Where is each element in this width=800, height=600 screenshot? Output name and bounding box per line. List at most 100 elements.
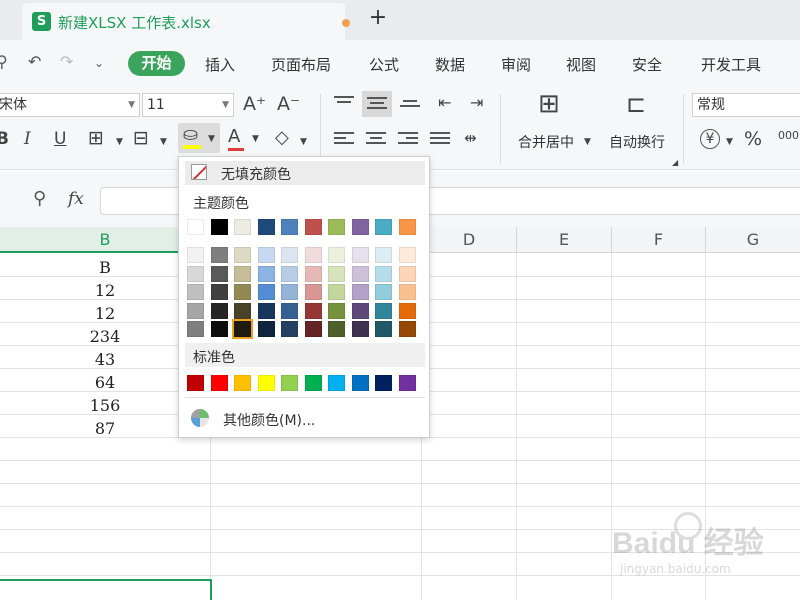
font-color-button[interactable]: A ▼ xyxy=(228,126,262,154)
theme-shade-swatch[interactable] xyxy=(328,247,345,263)
theme-shade-swatch[interactable] xyxy=(328,302,345,319)
theme-color-swatch[interactable] xyxy=(234,219,251,235)
standard-color-swatch[interactable] xyxy=(304,375,322,391)
standard-color-swatch[interactable] xyxy=(375,375,392,391)
bold-button[interactable]: B xyxy=(0,129,9,149)
redo-icon[interactable]: ↷ xyxy=(60,52,73,71)
fx-icon[interactable]: fx xyxy=(68,189,84,209)
theme-shade-swatch[interactable] xyxy=(257,284,275,300)
file-tab[interactable]: S 新建XLSX 工作表.xlsx xyxy=(22,3,350,40)
menu-home[interactable]: 开始 xyxy=(128,51,185,76)
theme-shade-swatch[interactable] xyxy=(375,302,392,319)
theme-shade-swatch[interactable] xyxy=(210,302,228,319)
chevron-down-icon[interactable]: ▼ xyxy=(584,137,591,147)
theme-shade-swatch[interactable] xyxy=(234,284,251,300)
theme-shade-swatch[interactable] xyxy=(398,247,416,263)
theme-shade-swatch[interactable] xyxy=(398,284,416,300)
theme-shade-swatch[interactable] xyxy=(375,265,392,282)
theme-shade-swatch[interactable] xyxy=(187,302,204,319)
theme-shade-swatch[interactable] xyxy=(328,284,345,300)
wrap-text-icon[interactable]: ⊏ xyxy=(626,92,646,116)
theme-shade-swatch[interactable] xyxy=(187,284,204,300)
menu-view[interactable]: 视图 xyxy=(566,54,596,75)
theme-color-swatch[interactable] xyxy=(375,219,392,235)
align-middle-button[interactable] xyxy=(362,91,392,117)
number-format-combo[interactable]: 常规 xyxy=(692,93,800,117)
align-left-icon[interactable] xyxy=(334,132,354,148)
theme-shade-swatch[interactable] xyxy=(187,247,204,263)
theme-shade-swatch[interactable] xyxy=(304,321,322,337)
theme-color-swatch[interactable] xyxy=(351,219,369,235)
standard-color-swatch[interactable] xyxy=(257,375,275,391)
italic-button[interactable]: I xyxy=(24,129,31,149)
align-right-icon[interactable] xyxy=(398,132,418,148)
standard-color-swatch[interactable] xyxy=(187,375,204,391)
theme-shade-swatch[interactable] xyxy=(210,321,228,337)
chevron-down-icon[interactable]: ▼ xyxy=(116,137,123,147)
thousands-separator-button[interactable]: 000 xyxy=(778,126,799,146)
theme-shade-swatch[interactable] xyxy=(304,302,322,319)
theme-shade-swatch[interactable] xyxy=(281,302,298,319)
grow-font-button[interactable]: A⁺ xyxy=(243,94,266,114)
theme-shade-swatch[interactable] xyxy=(232,319,253,339)
font-size-combo[interactable]: 11 ▼ xyxy=(142,93,234,117)
theme-shade-swatch[interactable] xyxy=(351,321,369,337)
theme-color-swatch[interactable] xyxy=(187,219,204,235)
theme-shade-swatch[interactable] xyxy=(257,321,275,337)
eraser-icon[interactable]: ◇ xyxy=(275,128,289,148)
theme-shade-swatch[interactable] xyxy=(304,265,322,282)
selected-cell[interactable] xyxy=(0,579,212,600)
theme-shade-swatch[interactable] xyxy=(351,265,369,282)
theme-shade-swatch[interactable] xyxy=(210,265,228,282)
theme-color-swatch[interactable] xyxy=(281,219,298,235)
theme-shade-swatch[interactable] xyxy=(234,265,251,282)
merge-center-label[interactable]: 合并居中 xyxy=(518,132,574,152)
theme-shade-swatch[interactable] xyxy=(257,247,275,263)
distribute-icon[interactable]: ⇹ xyxy=(464,128,477,148)
wrap-text-label[interactable]: 自动换行 xyxy=(609,132,665,152)
theme-shade-swatch[interactable] xyxy=(398,302,416,319)
theme-shade-swatch[interactable] xyxy=(375,247,392,263)
find-icon[interactable]: ⚲ xyxy=(0,52,8,71)
no-fill-option[interactable]: 无填充颜色 xyxy=(185,161,425,185)
theme-shade-swatch[interactable] xyxy=(187,265,204,282)
theme-shade-swatch[interactable] xyxy=(281,265,298,282)
theme-shade-swatch[interactable] xyxy=(375,284,392,300)
new-tab-button[interactable]: + xyxy=(366,6,390,30)
theme-shade-swatch[interactable] xyxy=(351,247,369,263)
menu-security[interactable]: 安全 xyxy=(632,54,662,75)
menu-insert[interactable]: 插入 xyxy=(205,54,235,75)
font-name-combo[interactable]: 宋体 ▼ xyxy=(0,93,140,117)
justify-icon[interactable] xyxy=(430,132,450,148)
theme-shade-swatch[interactable] xyxy=(257,302,275,319)
theme-shade-swatch[interactable] xyxy=(234,302,251,319)
standard-color-swatch[interactable] xyxy=(234,375,251,391)
theme-shade-swatch[interactable] xyxy=(210,284,228,300)
zoom-icon[interactable]: ⚲ xyxy=(33,188,46,209)
theme-shade-swatch[interactable] xyxy=(304,247,322,263)
theme-color-swatch[interactable] xyxy=(304,219,322,235)
theme-shade-swatch[interactable] xyxy=(398,321,416,337)
standard-color-swatch[interactable] xyxy=(398,375,416,391)
cell-style-icon[interactable]: ⊟ xyxy=(133,128,149,148)
align-center-icon[interactable] xyxy=(366,132,386,148)
standard-color-swatch[interactable] xyxy=(328,375,345,391)
column-header-e[interactable]: E xyxy=(517,227,612,253)
theme-shade-swatch[interactable] xyxy=(234,247,251,263)
theme-shade-swatch[interactable] xyxy=(375,321,392,337)
theme-color-swatch[interactable] xyxy=(328,219,345,235)
standard-color-swatch[interactable] xyxy=(210,375,228,391)
theme-shade-swatch[interactable] xyxy=(281,284,298,300)
column-header-g[interactable]: G xyxy=(706,227,800,253)
theme-shade-swatch[interactable] xyxy=(257,265,275,282)
menu-formulas[interactable]: 公式 xyxy=(369,54,399,75)
theme-shade-swatch[interactable] xyxy=(351,284,369,300)
theme-shade-swatch[interactable] xyxy=(351,302,369,319)
theme-shade-swatch[interactable] xyxy=(187,321,204,337)
chevron-down-icon[interactable]: ▼ xyxy=(300,137,307,147)
fill-color-button[interactable]: ⛀ ▼ xyxy=(178,123,220,153)
theme-shade-swatch[interactable] xyxy=(281,321,298,337)
increase-indent-icon[interactable]: ⇥ xyxy=(470,93,483,113)
theme-shade-swatch[interactable] xyxy=(210,247,228,263)
theme-shade-swatch[interactable] xyxy=(328,265,345,282)
